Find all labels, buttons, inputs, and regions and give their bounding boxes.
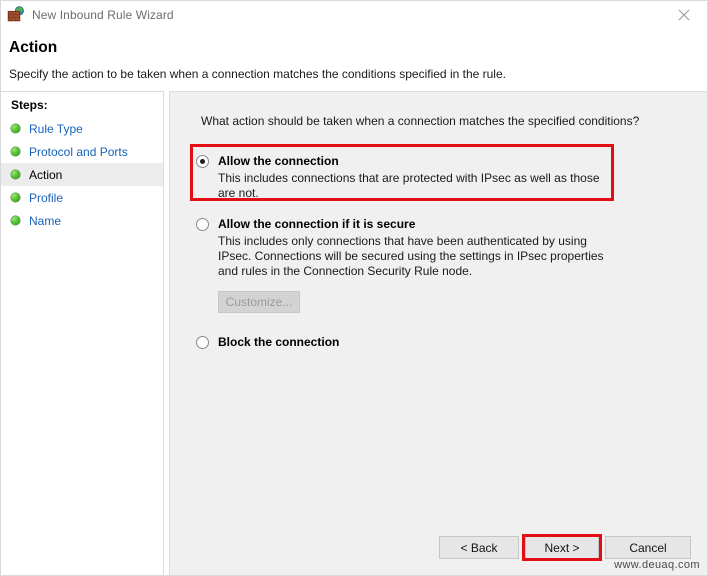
page-title: Action: [9, 39, 58, 56]
green-bullet-icon: [11, 147, 20, 156]
page-subtitle: Specify the action to be taken when a co…: [9, 67, 506, 81]
customize-button[interactable]: Customize...: [218, 291, 300, 313]
cancel-button[interactable]: Cancel: [605, 536, 691, 559]
sidebar-item-label: Profile: [29, 190, 64, 205]
firewall-brickwall-globe-icon: [7, 6, 25, 24]
radio-allow-the-connection[interactable]: [196, 155, 209, 168]
option-description: This includes only connections that have…: [218, 234, 604, 278]
radio-allow-if-secure[interactable]: [196, 218, 209, 231]
option-allow-if-secure[interactable]: Allow the connection if it is secure Thi…: [196, 217, 656, 313]
option-allow-the-connection[interactable]: Allow the connection This includes conne…: [196, 154, 656, 201]
sidebar-item-label: Rule Type: [29, 121, 83, 136]
option-block-the-connection[interactable]: Block the connection: [196, 335, 656, 349]
option-title: Block the connection: [218, 335, 340, 349]
sidebar-item-label: Action: [29, 167, 63, 182]
sidebar-item-rule-type[interactable]: Rule Type: [1, 117, 163, 140]
green-bullet-icon: [11, 193, 20, 202]
sidebar-item-action[interactable]: Action: [1, 163, 163, 186]
option-description: This includes connections that are prote…: [218, 171, 600, 200]
green-bullet-icon: [11, 216, 20, 225]
green-bullet-icon: [11, 170, 20, 179]
steps-heading: Steps:: [11, 98, 48, 112]
title-bar: New Inbound Rule Wizard: [1, 1, 707, 29]
content-panel: What action should be taken when a conne…: [169, 91, 707, 575]
radio-block-the-connection[interactable]: [196, 336, 209, 349]
close-icon[interactable]: [661, 1, 707, 29]
action-options-group: Allow the connection This includes conne…: [196, 154, 656, 349]
sidebar-item-label: Protocol and Ports: [29, 144, 128, 159]
option-title: Allow the connection if it is secure: [218, 217, 416, 231]
sidebar-item-label: Name: [29, 213, 62, 228]
back-button[interactable]: < Back: [439, 536, 519, 559]
option-title: Allow the connection: [218, 154, 339, 168]
watermark: www.deuaq.com: [614, 559, 700, 571]
green-bullet-icon: [11, 124, 20, 133]
steps-sidebar: Steps: Rule Type Protocol and Ports Acti…: [1, 91, 164, 575]
sidebar-item-name[interactable]: Name: [1, 209, 163, 232]
action-question: What action should be taken when a conne…: [201, 114, 640, 128]
window-title: New Inbound Rule Wizard: [32, 8, 174, 22]
wizard-header: Action Specify the action to be taken wh…: [1, 29, 707, 91]
new-inbound-rule-wizard-window: New Inbound Rule Wizard Action Specify t…: [0, 0, 708, 576]
next-button[interactable]: Next >: [525, 536, 599, 559]
sidebar-item-protocol-and-ports[interactable]: Protocol and Ports: [1, 140, 163, 163]
sidebar-item-profile[interactable]: Profile: [1, 186, 163, 209]
